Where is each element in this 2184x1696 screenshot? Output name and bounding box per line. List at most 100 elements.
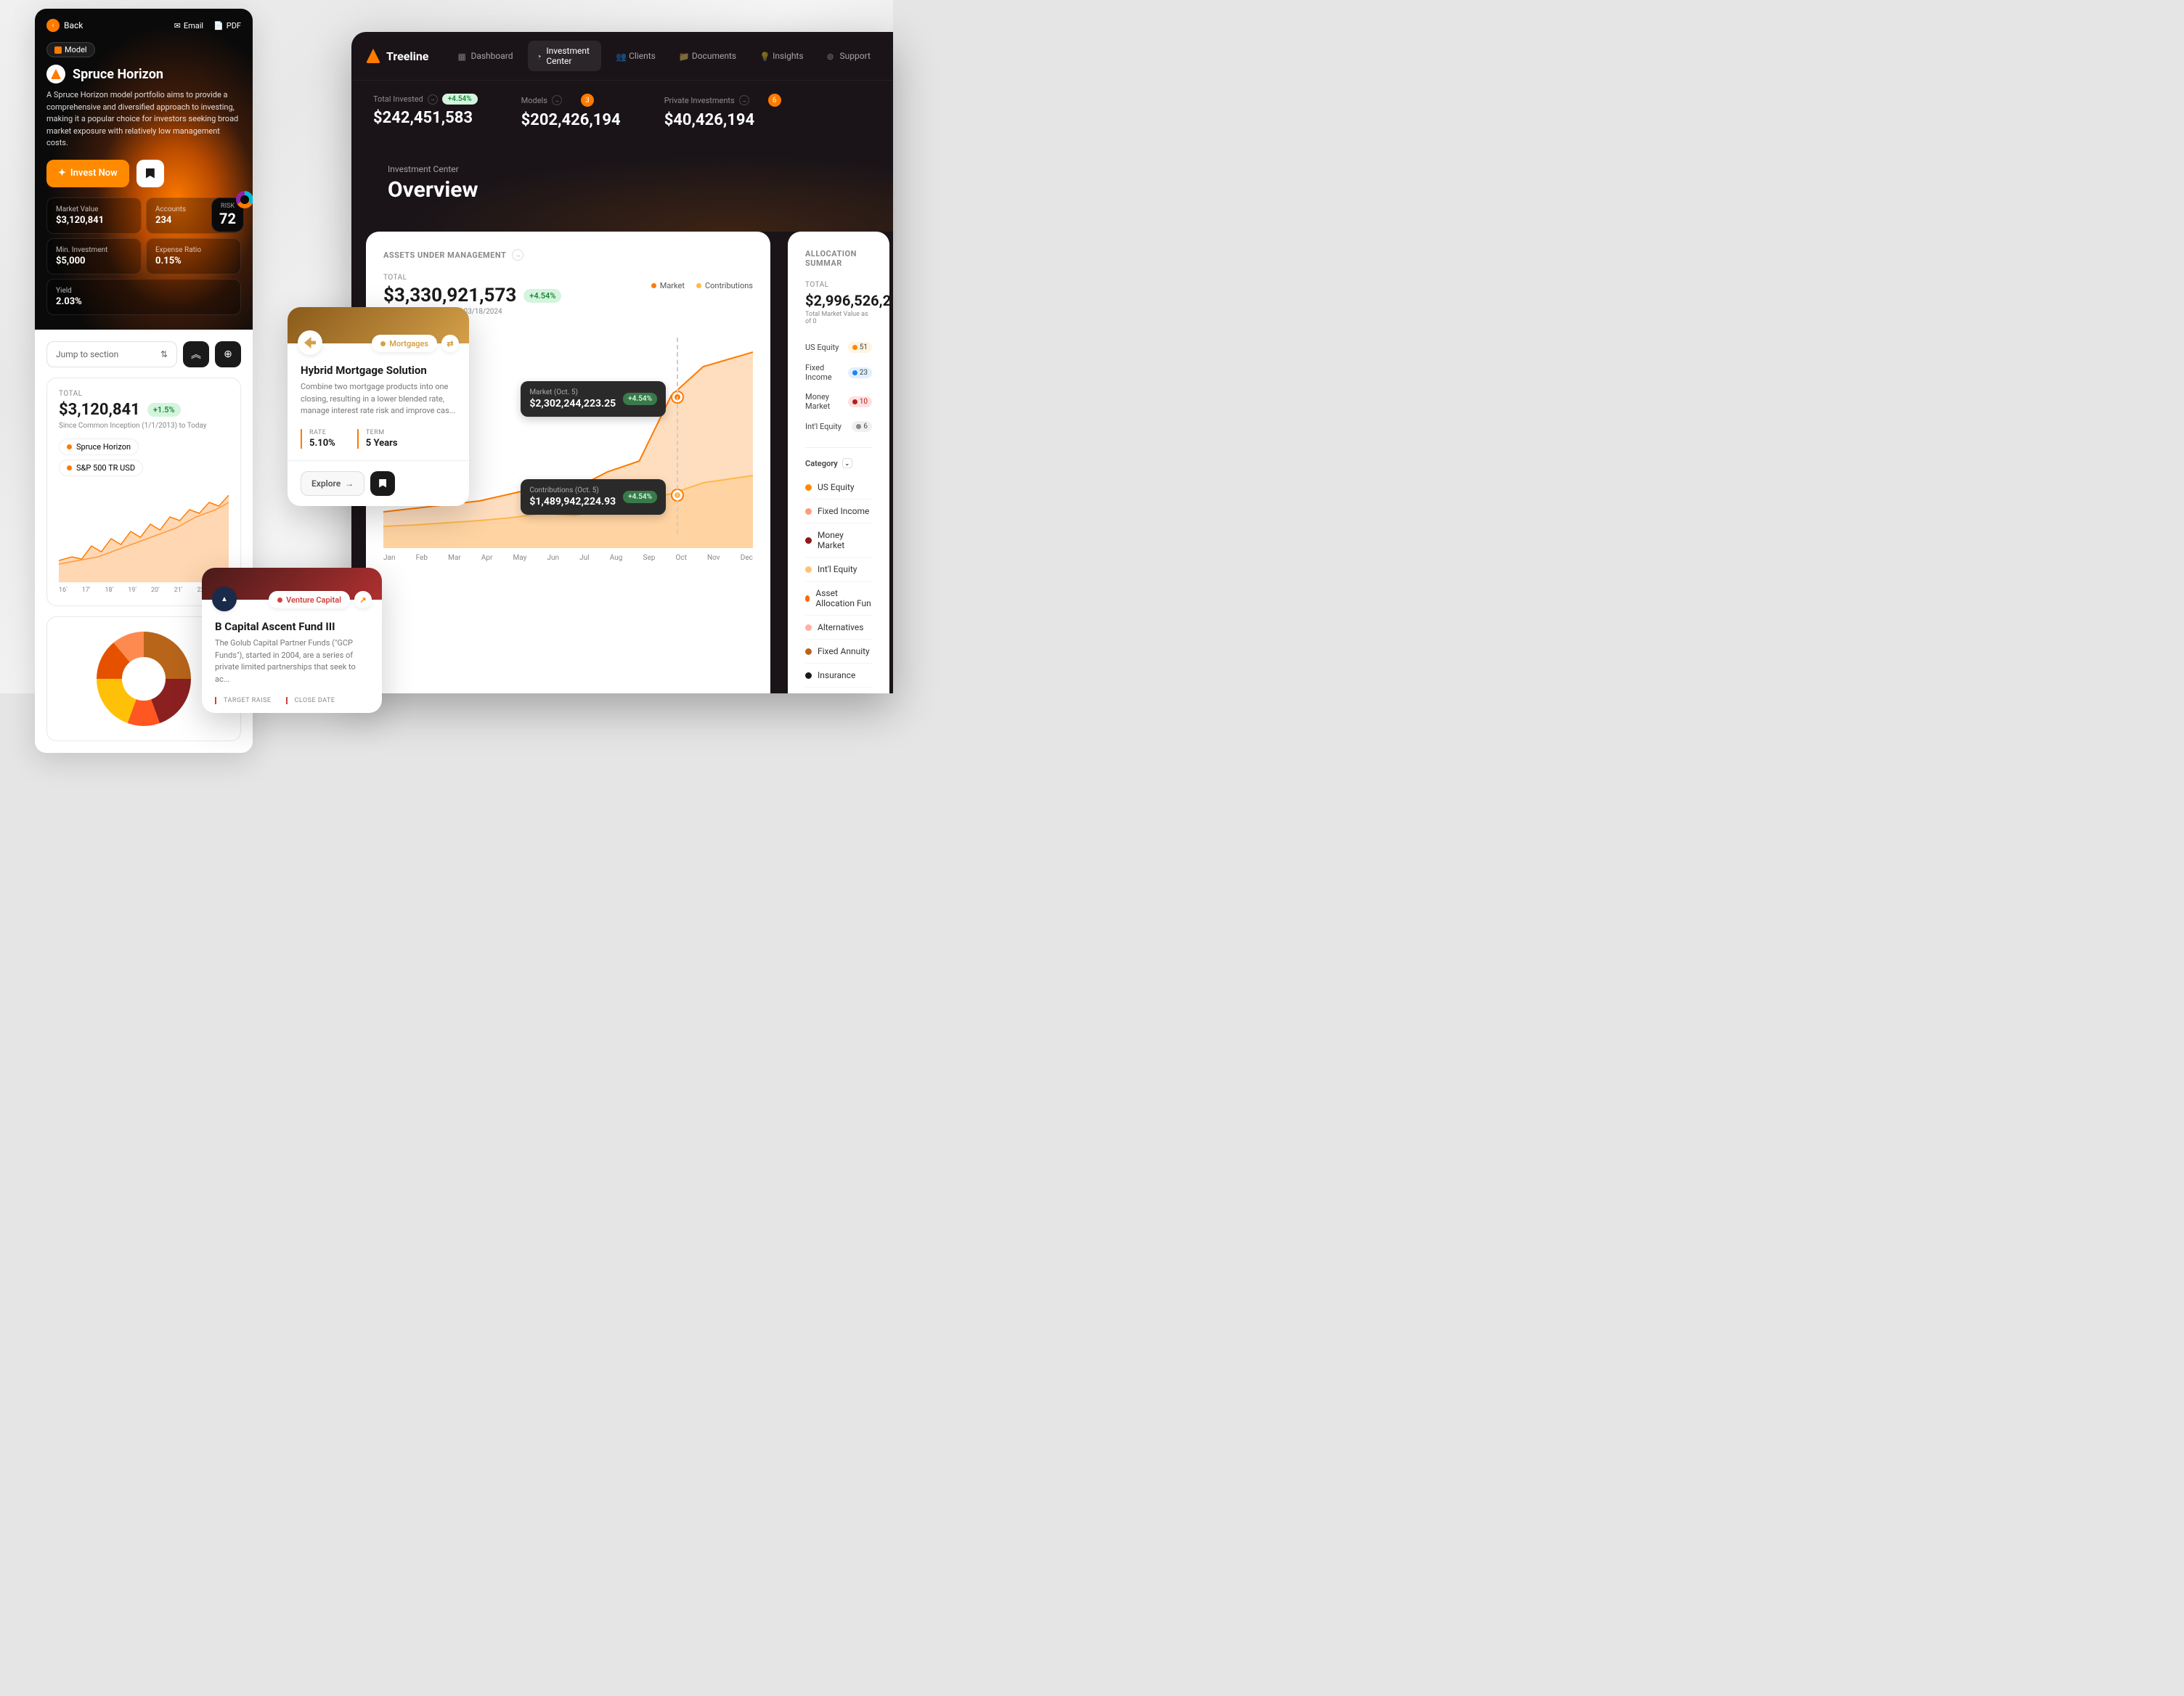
jump-label: Jump to section	[56, 349, 118, 359]
brand-icon	[366, 49, 380, 63]
category-header[interactable]: Category⌄	[805, 447, 872, 468]
cat-item[interactable]: Money Market	[805, 523, 872, 558]
users-icon: 👥	[616, 52, 624, 60]
vc-desc: The Golub Capital Partner Funds ("GCP Fu…	[215, 637, 369, 685]
cat-item[interactable]: Asset Allocation Fun	[805, 582, 872, 616]
back-arrow-icon: ‹	[46, 19, 60, 32]
kpi-total-invested: Total Invested→+4.54% $242,451,583	[373, 94, 478, 129]
kpi-private-investments: Private Investments→6 $40,426,194	[664, 94, 781, 129]
alloc-sub: Total Market Value as of 0	[805, 311, 872, 325]
legend-sp500: S&P 500 TR USD	[59, 460, 143, 476]
email-icon: ✉	[174, 21, 181, 30]
scroll-top-button[interactable]: ︽	[183, 341, 209, 367]
aum-label: TOTAL	[383, 274, 561, 282]
explore-button[interactable]: Explore→	[301, 471, 364, 496]
stat-min-investment: Min. Investment $5,000	[46, 238, 142, 274]
nav-dashboard[interactable]: ▦Dashboard	[449, 46, 521, 66]
model-chip-label: Model	[65, 45, 87, 54]
share-button[interactable]: ⇄	[441, 335, 459, 352]
back-button[interactable]: ‹ Back	[46, 19, 83, 32]
brand-text: Treeline	[386, 49, 428, 63]
kpi-models: Models→3 $202,426,194	[521, 94, 621, 129]
total-subtitle: Since Common Inception (1/1/2013) to Tod…	[59, 422, 229, 430]
aum-pct: +4.54%	[523, 289, 561, 303]
arrow-icon: →	[552, 95, 562, 105]
alloc-row: US Equity51	[805, 337, 872, 358]
risk-badge: RISK 72	[211, 197, 244, 232]
share-icon: ⇄	[447, 339, 453, 348]
sparkle-icon: ✦	[58, 168, 66, 179]
alloc-row: Int'l Equity6	[805, 416, 872, 437]
nav-investment-center[interactable]: ◔Investment Center	[528, 41, 602, 71]
trending-button[interactable]: ↗	[354, 591, 372, 608]
chevron-down-icon: ⌄	[842, 458, 852, 468]
bookmark-button[interactable]	[136, 160, 164, 187]
nav-clients[interactable]: 👥Clients	[607, 46, 664, 66]
vc-card-header: ▲ Venture Capital ↗	[202, 568, 382, 600]
vc-chip: Venture Capital	[269, 591, 350, 608]
cat-item[interactable]: Fixed Annuity	[805, 640, 872, 664]
hero-section: Investment Center Overview	[351, 142, 893, 232]
cat-item[interactable]: Insurance	[805, 664, 872, 688]
vc-logo: ▲	[212, 587, 237, 611]
cat-item[interactable]: US Equity	[805, 476, 872, 500]
allocation-panel: ALLOCATION SUMMAR TOTAL $2,996,526,24 To…	[788, 232, 889, 693]
invest-button[interactable]: ✦ Invest Now	[46, 160, 129, 187]
nav-documents[interactable]: 📁Documents	[670, 46, 745, 66]
vc-card: ▲ Venture Capital ↗ B Capital Ascent Fun…	[202, 568, 382, 713]
chart-tooltip-contributions: Contributions (Oct. 5) $1,489,942,224.93…	[521, 479, 666, 515]
jump-to-section-select[interactable]: Jump to section ⇅	[46, 341, 177, 367]
chart-marker-line	[677, 338, 678, 534]
model-chip: Model	[46, 42, 95, 57]
breadcrumb: Investment Center	[388, 164, 857, 174]
alloc-row: Money Market10	[805, 387, 872, 416]
chart-tooltip-market: Market (Oct. 5) $2,302,244,223.25 +4.54%	[521, 381, 666, 417]
aum-legend: Market Contributions	[651, 281, 753, 290]
kpi-badge: 3	[581, 94, 594, 107]
risk-label: RISK	[219, 203, 236, 210]
nav-insights[interactable]: 💡Insights	[751, 46, 812, 66]
total-pct: +1.5%	[147, 403, 181, 417]
pdf-icon: 📄	[213, 21, 224, 30]
mobile-hero: ‹ Back ✉ Email 📄 PDF Model Spruce Horizo…	[35, 9, 253, 330]
pdf-button[interactable]: 📄 PDF	[213, 21, 241, 30]
top-nav: Treeline ▦Dashboard ◔Investment Center 👥…	[351, 32, 893, 81]
cat-item[interactable]: Fixed Income	[805, 500, 872, 523]
cat-item[interactable]: Int'l Equity	[805, 558, 872, 582]
portfolio-title: Spruce Horizon	[73, 67, 163, 82]
bookmark-icon	[146, 168, 155, 179]
mortgage-desc: Combine two mortgage products into one c…	[301, 381, 456, 417]
chevrons-up-icon: ︽	[191, 347, 201, 362]
mortgage-card-header: Mortgages ⇄	[288, 307, 469, 343]
arrow-send-icon	[304, 337, 316, 348]
kpi-pct: +4.54%	[442, 94, 478, 105]
bulb-icon: 💡	[759, 52, 768, 60]
risk-value: 72	[219, 210, 236, 227]
alloc-header: ALLOCATION SUMMAR	[805, 249, 872, 268]
arrow-icon: →	[739, 95, 749, 105]
email-label: Email	[184, 21, 203, 30]
aum-value: $3,330,921,573	[383, 285, 516, 306]
bookmark-icon	[379, 479, 386, 488]
mortgage-term: TERM 5 Years	[357, 429, 398, 449]
mortgages-chip: Mortgages	[372, 335, 437, 352]
total-label: TOTAL	[59, 390, 229, 398]
stat-market-value: Market Value $3,120,841	[46, 197, 142, 234]
arrow-icon[interactable]: →	[512, 249, 523, 261]
alloc-label: TOTAL	[805, 281, 872, 289]
mortgage-title: Hybrid Mortgage Solution	[301, 364, 456, 377]
bookmark-button[interactable]	[370, 471, 395, 496]
aum-x-axis: JanFebMarAprMayJunJulAugSepOctNovDec	[383, 554, 753, 562]
stat-expense-ratio: Expense Ratio 0.15%	[146, 238, 241, 274]
nav-support[interactable]: ⊚Support	[818, 46, 879, 66]
email-button[interactable]: ✉ Email	[174, 21, 203, 30]
invest-label: Invest Now	[70, 168, 118, 179]
portfolio-description: A Spruce Horizon model portfolio aims to…	[46, 89, 241, 150]
mortgage-rate: RATE 5.10%	[301, 429, 335, 449]
donut-chart	[97, 632, 191, 726]
mortgage-logo	[298, 330, 322, 355]
add-button[interactable]: ⊕	[215, 341, 241, 367]
cat-item[interactable]: Alternatives	[805, 616, 872, 640]
vc-title: B Capital Ascent Fund III	[215, 620, 369, 633]
brand[interactable]: Treeline	[366, 49, 428, 63]
